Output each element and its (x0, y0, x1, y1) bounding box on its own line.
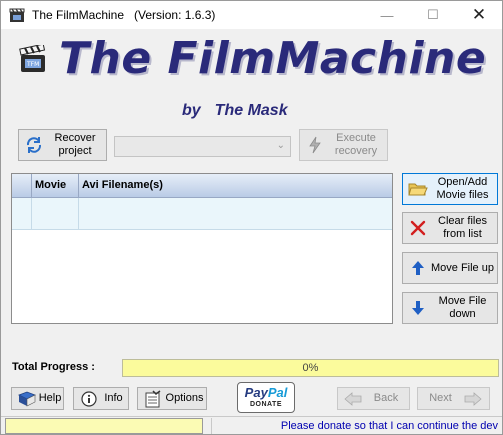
status-message: Please donate so that I can continue the… (280, 420, 498, 432)
total-progress-label: Total Progress : (12, 361, 95, 373)
table-cell[interactable] (12, 198, 32, 229)
column-header-avi-filenames[interactable]: Avi Filename(s) (79, 174, 392, 198)
back-label: Back (373, 392, 399, 404)
clear-label-1: Clear files (438, 215, 487, 227)
execute-recovery-button[interactable]: Execute recovery (299, 129, 388, 161)
film-clapper-icon (9, 7, 25, 23)
paypal-brand-part1: Pay (244, 385, 268, 400)
column-header-selector[interactable] (12, 174, 32, 198)
title-bar: The FilmMachine (Version: 1.6.3) — ☐ ✕ (1, 1, 502, 29)
move-down-label-2: down (449, 308, 476, 320)
next-label: Next (429, 392, 452, 404)
column-header-movie[interactable]: Movie (32, 174, 79, 198)
brand-author: The Mask (214, 102, 288, 119)
clear-files-button[interactable]: Clear files from list (402, 212, 498, 244)
svg-text:TFM: TFM (26, 61, 39, 68)
move-file-up-button[interactable]: Move File up (402, 252, 498, 284)
book-icon (17, 389, 37, 409)
movie-file-table[interactable]: Movie Avi Filename(s) (11, 173, 393, 324)
info-button[interactable]: Info (73, 387, 129, 410)
execute-label-1: Execute (336, 132, 376, 144)
brand-by: by (182, 102, 201, 119)
minimize-button[interactable]: — (364, 1, 410, 29)
window-title-name: The FilmMachine (32, 8, 125, 22)
clear-label-2: from list (443, 228, 482, 240)
back-arrow-icon (343, 389, 363, 409)
brand-subtitle: by The Mask (182, 102, 288, 120)
execute-label-2: recovery (334, 145, 378, 157)
lightning-icon (305, 135, 325, 155)
next-arrow-icon (463, 389, 483, 409)
arrow-down-icon (408, 298, 428, 318)
window-title: The FilmMachine (Version: 1.6.3) (32, 8, 215, 22)
close-button[interactable]: ✕ (456, 1, 502, 29)
next-button[interactable]: Next (417, 387, 490, 410)
status-panel-left (5, 418, 203, 434)
open-add-label-1: Open/Add (437, 176, 488, 188)
options-button[interactable]: Options (137, 387, 207, 410)
chevron-down-icon: ⌄ (276, 140, 285, 151)
brand-title: The FilmMachine (59, 33, 487, 84)
open-add-movie-files-button[interactable]: Open/Add Movie files (402, 173, 498, 205)
move-down-label-1: Move File (438, 295, 487, 307)
table-cell[interactable] (32, 198, 79, 229)
info-icon (79, 389, 99, 409)
arrow-up-icon (408, 258, 428, 278)
back-button[interactable]: Back (337, 387, 410, 410)
options-checklist-icon (143, 389, 163, 409)
status-bar: Please donate so that I can continue the… (1, 416, 502, 434)
minimize-icon: — (380, 7, 394, 23)
project-select[interactable]: ⌄ (114, 136, 291, 157)
recover-project-button[interactable]: Recover project (18, 129, 107, 161)
table-row[interactable] (12, 198, 392, 230)
red-x-icon (408, 218, 428, 238)
paypal-donate-label: DONATE (249, 401, 283, 408)
progress-percent: 0% (302, 362, 319, 374)
maximize-icon: ☐ (427, 7, 439, 22)
close-icon: ✕ (471, 5, 487, 24)
move-file-down-button[interactable]: Move File down (402, 292, 498, 324)
recover-label-2: project (58, 145, 92, 157)
paypal-brand-part2: Pal (267, 385, 288, 400)
film-logo-icon: TFM (18, 43, 48, 75)
open-add-label-2: Movie files (436, 189, 489, 201)
recover-arrows-icon (24, 135, 44, 155)
table-cell[interactable] (79, 198, 392, 229)
open-folder-icon (408, 179, 428, 199)
help-button[interactable]: Help (11, 387, 64, 410)
window-version: (Version: 1.6.3) (134, 8, 216, 22)
move-up-label: Move File up (431, 261, 494, 274)
recover-label-1: Recover (54, 132, 96, 144)
paypal-donate-button[interactable]: PayPal DONATE (237, 382, 295, 413)
maximize-button[interactable]: ☐ (410, 1, 456, 29)
help-label: Help (38, 392, 62, 404)
paypal-logo: PayPal (238, 385, 294, 401)
info-label: Info (104, 392, 123, 404)
table-header: Movie Avi Filename(s) (12, 174, 392, 198)
options-label: Options (165, 392, 204, 404)
total-progress-bar: 0% (122, 359, 499, 377)
status-panel-right: Please donate so that I can continue the… (211, 418, 502, 434)
app-window: The FilmMachine (Version: 1.6.3) — ☐ ✕ T… (0, 0, 503, 435)
